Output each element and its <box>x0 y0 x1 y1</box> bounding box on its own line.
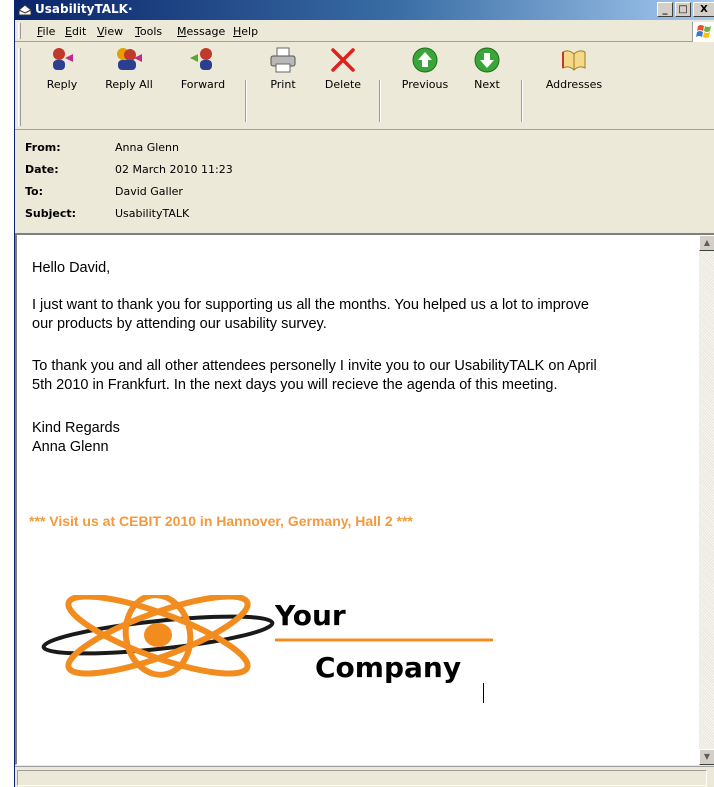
printer-icon <box>270 47 296 73</box>
toolbar: Reply Reply All Forward Print Delete Pre… <box>15 42 714 130</box>
subject-value: UsabilityTALK <box>115 207 190 220</box>
reply-all-label: Reply All <box>105 78 153 91</box>
title-bar[interactable]: UsabilityTALK· _ □ X <box>15 0 714 20</box>
reply-all-icon <box>117 48 142 70</box>
scroll-up-icon[interactable]: ▲ <box>699 235 714 251</box>
logo-line-1: Your <box>274 599 346 632</box>
address-book-icon <box>562 50 586 71</box>
forward-icon <box>190 48 212 70</box>
status-bar <box>15 766 714 787</box>
delete-button[interactable]: Delete <box>321 44 365 94</box>
logo-line-2: Company <box>315 651 461 684</box>
company-logo: Your Company <box>41 595 493 684</box>
from-value[interactable]: Anna Glenn <box>115 141 179 154</box>
signature-text: Anna Glenn <box>32 439 109 455</box>
toolbar-grip <box>18 48 21 126</box>
toolbar-separator <box>245 80 247 122</box>
message-body[interactable]: Hello David, I just want to thank you fo… <box>15 233 714 765</box>
print-label: Print <box>270 78 296 91</box>
mail-window: UsabilityTALK· _ □ X File Edit View Tool… <box>14 0 714 787</box>
paragraph-2-line-2: 5th 2010 in Frankfurt. In the next days … <box>32 377 558 393</box>
next-button[interactable]: Next <box>465 44 509 94</box>
message-header: From: Anna Glenn Date: 02 March 2010 11:… <box>15 131 714 229</box>
menu-view[interactable]: View <box>97 25 123 38</box>
menu-tools[interactable]: Tools <box>135 25 162 38</box>
window-title: UsabilityTALK· <box>35 2 133 16</box>
previous-label: Previous <box>401 78 449 91</box>
reply-label: Reply <box>46 78 78 91</box>
menu-file[interactable]: File <box>37 25 55 38</box>
close-button[interactable]: X <box>693 2 714 17</box>
windows-logo-icon <box>692 22 714 42</box>
menubar-grip <box>18 23 21 39</box>
to-value[interactable]: David Galler <box>115 185 183 198</box>
minimize-button[interactable]: _ <box>657 2 673 17</box>
greeting-text: Hello David, <box>32 260 111 276</box>
to-label: To: <box>25 185 43 198</box>
envelope-icon <box>18 4 32 16</box>
addresses-button[interactable]: Addresses <box>535 44 613 94</box>
status-pane <box>17 770 707 786</box>
arrow-down-icon <box>474 47 500 73</box>
toolbar-separator <box>379 80 381 122</box>
reply-all-button[interactable]: Reply All <box>99 44 159 94</box>
promo-banner: *** Visit us at CEBIT 2010 in Hannover, … <box>29 513 413 529</box>
forward-button[interactable]: Forward <box>175 44 231 94</box>
date-label: Date: <box>25 163 59 176</box>
paragraph-1-line-1: I just want to thank you for supporting … <box>32 297 589 313</box>
paragraph-1-line-2: our products by attending our usability … <box>32 316 327 332</box>
toolbar-separator <box>521 80 523 122</box>
menu-edit[interactable]: Edit <box>65 25 86 38</box>
maximize-button[interactable]: □ <box>675 2 691 17</box>
date-value: 02 March 2010 11:23 <box>115 163 233 176</box>
forward-label: Forward <box>180 78 226 91</box>
delete-x-icon <box>331 48 355 72</box>
delete-label: Delete <box>324 78 362 91</box>
from-label: From: <box>25 141 61 154</box>
previous-button[interactable]: Previous <box>397 44 453 94</box>
arrow-up-icon <box>412 47 438 73</box>
subject-label: Subject: <box>25 207 77 220</box>
addresses-label: Addresses <box>545 78 603 91</box>
menu-bar: File Edit View Tools Message Help <box>15 20 714 42</box>
scroll-down-icon[interactable]: ▼ <box>699 749 714 765</box>
menu-help[interactable]: Help <box>233 25 258 38</box>
paragraph-2-line-1: To thank you and all other attendees per… <box>32 358 597 374</box>
next-label: Next <box>474 78 500 91</box>
closing-text: Kind Regards <box>32 420 120 436</box>
print-button[interactable]: Print <box>261 44 305 94</box>
menu-message[interactable]: Message <box>177 25 225 38</box>
vertical-scrollbar[interactable]: ▲ ▼ <box>699 235 714 765</box>
text-caret <box>483 683 484 703</box>
reply-button[interactable]: Reply <box>39 44 85 94</box>
reply-icon <box>53 48 73 70</box>
